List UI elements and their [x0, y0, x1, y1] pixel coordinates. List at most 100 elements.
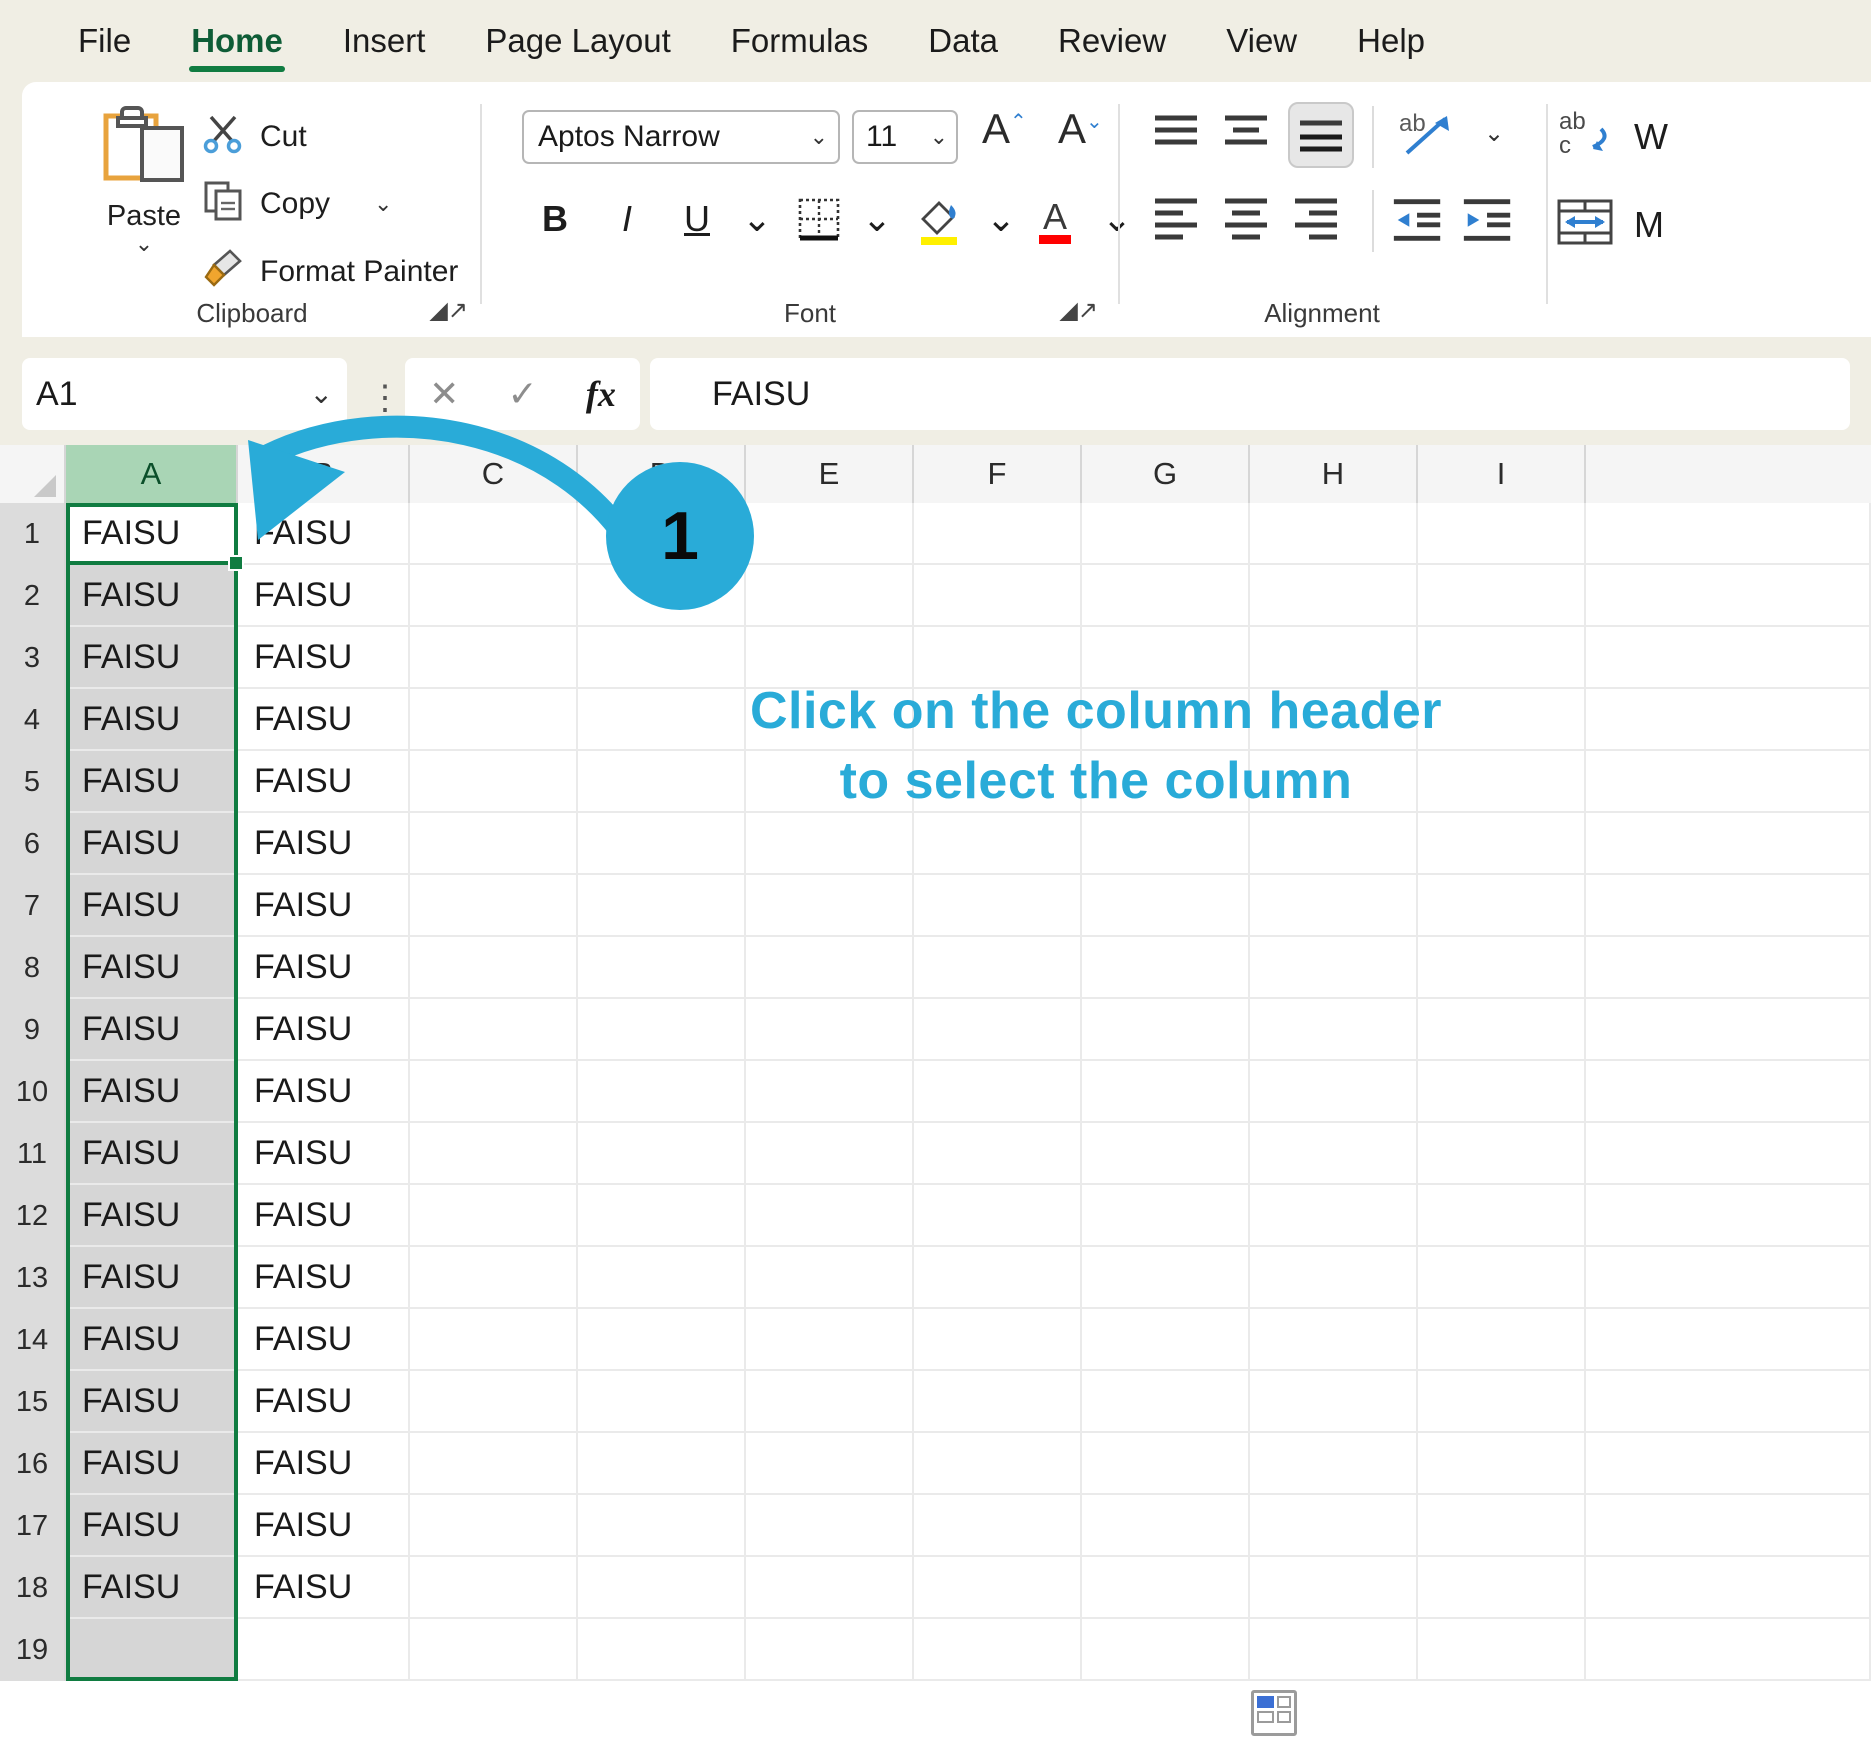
- cell-C2[interactable]: [410, 565, 578, 627]
- decrease-font-size-button[interactable]: A⌄: [1058, 108, 1103, 150]
- cell-G9[interactable]: [1082, 999, 1250, 1061]
- cell-2[interactable]: [1586, 565, 1871, 627]
- cell-H9[interactable]: [1250, 999, 1418, 1061]
- borders-button[interactable]: [790, 190, 848, 248]
- cell-I11[interactable]: [1418, 1123, 1586, 1185]
- row-header-10[interactable]: 10: [0, 1061, 66, 1123]
- cell-A10[interactable]: FAISU: [66, 1061, 238, 1123]
- column-header-h[interactable]: H: [1250, 445, 1418, 503]
- cell-I10[interactable]: [1418, 1061, 1586, 1123]
- cell-G14[interactable]: [1082, 1309, 1250, 1371]
- cell-3[interactable]: [1586, 627, 1871, 689]
- cell-C17[interactable]: [410, 1495, 578, 1557]
- cell-C3[interactable]: [410, 627, 578, 689]
- cell-B8[interactable]: FAISU: [238, 937, 410, 999]
- increase-font-size-button[interactable]: A⌃: [982, 108, 1027, 150]
- cell-A1[interactable]: FAISU: [66, 503, 238, 565]
- column-header-e[interactable]: E: [746, 445, 914, 503]
- row-header-17[interactable]: 17: [0, 1495, 66, 1557]
- cell-F11[interactable]: [914, 1123, 1082, 1185]
- cell-G18[interactable]: [1082, 1557, 1250, 1619]
- cell-A12[interactable]: FAISU: [66, 1185, 238, 1247]
- cell-9[interactable]: [1586, 999, 1871, 1061]
- column-header-i[interactable]: I: [1418, 445, 1586, 503]
- cell-F7[interactable]: [914, 875, 1082, 937]
- cell-H11[interactable]: [1250, 1123, 1418, 1185]
- bold-button[interactable]: B: [526, 190, 584, 248]
- row-header-2[interactable]: 2: [0, 565, 66, 627]
- font-name-chevron-down-icon[interactable]: ⌄: [810, 126, 828, 148]
- font-dialog-launcher[interactable]: ◢↗: [1059, 296, 1098, 325]
- cell-G1[interactable]: [1082, 503, 1250, 565]
- cell-E9[interactable]: [746, 999, 914, 1061]
- row-header-9[interactable]: 9: [0, 999, 66, 1061]
- cell-7[interactable]: [1586, 875, 1871, 937]
- decrease-indent-button[interactable]: [1390, 192, 1446, 248]
- cell-C19[interactable]: [410, 1619, 578, 1681]
- row-header-4[interactable]: 4: [0, 689, 66, 751]
- row-header-11[interactable]: 11: [0, 1123, 66, 1185]
- cell-B5[interactable]: FAISU: [238, 751, 410, 813]
- cell-F14[interactable]: [914, 1309, 1082, 1371]
- row-header-1[interactable]: 1: [0, 503, 66, 565]
- cell-A13[interactable]: FAISU: [66, 1247, 238, 1309]
- copy-chevron-down-icon[interactable]: ⌄: [374, 193, 392, 215]
- cell-F8[interactable]: [914, 937, 1082, 999]
- cell-C11[interactable]: [410, 1123, 578, 1185]
- cell-E6[interactable]: [746, 813, 914, 875]
- cell-H12[interactable]: [1250, 1185, 1418, 1247]
- cell-E17[interactable]: [746, 1495, 914, 1557]
- cell-D17[interactable]: [578, 1495, 746, 1557]
- cell-E10[interactable]: [746, 1061, 914, 1123]
- cell-E13[interactable]: [746, 1247, 914, 1309]
- cell-D15[interactable]: [578, 1371, 746, 1433]
- cell-D11[interactable]: [578, 1123, 746, 1185]
- cell-B13[interactable]: FAISU: [238, 1247, 410, 1309]
- cell-E12[interactable]: [746, 1185, 914, 1247]
- cell-B2[interactable]: FAISU: [238, 565, 410, 627]
- cell-C14[interactable]: [410, 1309, 578, 1371]
- font-size-select[interactable]: 11 ⌄: [852, 110, 958, 164]
- cell-H14[interactable]: [1250, 1309, 1418, 1371]
- paste-button[interactable]: Paste ⌄: [84, 102, 204, 255]
- cell-I17[interactable]: [1418, 1495, 1586, 1557]
- font-color-button[interactable]: A: [1026, 190, 1084, 248]
- cell-E16[interactable]: [746, 1433, 914, 1495]
- cancel-icon[interactable]: ✕: [429, 373, 459, 415]
- cell-E14[interactable]: [746, 1309, 914, 1371]
- row-header-13[interactable]: 13: [0, 1247, 66, 1309]
- cell-F2[interactable]: [914, 565, 1082, 627]
- align-right-button[interactable]: [1288, 192, 1344, 248]
- cell-G6[interactable]: [1082, 813, 1250, 875]
- row-header-6[interactable]: 6: [0, 813, 66, 875]
- cell-H8[interactable]: [1250, 937, 1418, 999]
- tab-file[interactable]: File: [48, 0, 161, 82]
- cell-C7[interactable]: [410, 875, 578, 937]
- cell-H7[interactable]: [1250, 875, 1418, 937]
- cell-B1[interactable]: FAISU: [238, 503, 410, 565]
- cell-A15[interactable]: FAISU: [66, 1371, 238, 1433]
- cell-H17[interactable]: [1250, 1495, 1418, 1557]
- cell-C5[interactable]: [410, 751, 578, 813]
- cell-E1[interactable]: [746, 503, 914, 565]
- cell-A19[interactable]: [66, 1619, 238, 1681]
- cell-11[interactable]: [1586, 1123, 1871, 1185]
- cell-A11[interactable]: FAISU: [66, 1123, 238, 1185]
- cell-F16[interactable]: [914, 1433, 1082, 1495]
- row-header-14[interactable]: 14: [0, 1309, 66, 1371]
- cell-C9[interactable]: [410, 999, 578, 1061]
- wrap-text-button[interactable]: ab c: [1548, 106, 1628, 162]
- tab-insert[interactable]: Insert: [313, 0, 456, 82]
- cell-D6[interactable]: [578, 813, 746, 875]
- orientation-button[interactable]: ab: [1390, 106, 1460, 162]
- cell-C12[interactable]: [410, 1185, 578, 1247]
- cell-A2[interactable]: FAISU: [66, 565, 238, 627]
- tab-page-layout[interactable]: Page Layout: [455, 0, 700, 82]
- clipboard-dialog-launcher[interactable]: ◢↗: [429, 296, 468, 325]
- cell-8[interactable]: [1586, 937, 1871, 999]
- cell-5[interactable]: [1586, 751, 1871, 813]
- cell-I6[interactable]: [1418, 813, 1586, 875]
- cell-H13[interactable]: [1250, 1247, 1418, 1309]
- cell-H2[interactable]: [1250, 565, 1418, 627]
- cell-G13[interactable]: [1082, 1247, 1250, 1309]
